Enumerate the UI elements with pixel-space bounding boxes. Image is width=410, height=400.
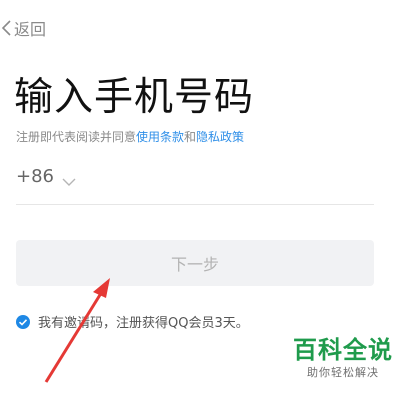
invite-code-label: 我有邀请码，注册获得QQ会员3天。 — [38, 316, 249, 331]
watermark-subtitle: 助你轻松解决 — [307, 366, 379, 379]
chevron-left-icon — [0, 18, 14, 38]
chevron-down-icon — [62, 172, 76, 186]
back-button[interactable]: 返回 — [0, 16, 46, 40]
checkmark-icon[interactable] — [16, 314, 30, 329]
phone-input-row[interactable]: +86 — [16, 162, 374, 205]
agreement-and: 和 — [184, 130, 197, 144]
terms-link[interactable]: 使用条款 — [136, 130, 184, 144]
agreement-prefix: 注册即代表阅读并同意 — [16, 130, 137, 144]
agreement-text: 注册即代表阅读并同意使用条款和隐私政策 — [16, 128, 244, 145]
invite-code-option[interactable]: 我有邀请码，注册获得QQ会员3天。 — [16, 312, 249, 331]
watermark-logo: 百科全说 助你轻松解决 — [288, 336, 398, 382]
privacy-link[interactable]: 隐私政策 — [196, 130, 244, 144]
country-code-label: +86 — [16, 166, 54, 187]
watermark-title: 百科全说 — [293, 336, 393, 364]
next-button[interactable]: 下一步 — [16, 240, 374, 286]
page-title: 输入手机号码 — [14, 75, 255, 120]
back-label: 返回 — [14, 20, 47, 39]
country-code-selector[interactable]: +86 — [16, 166, 76, 187]
